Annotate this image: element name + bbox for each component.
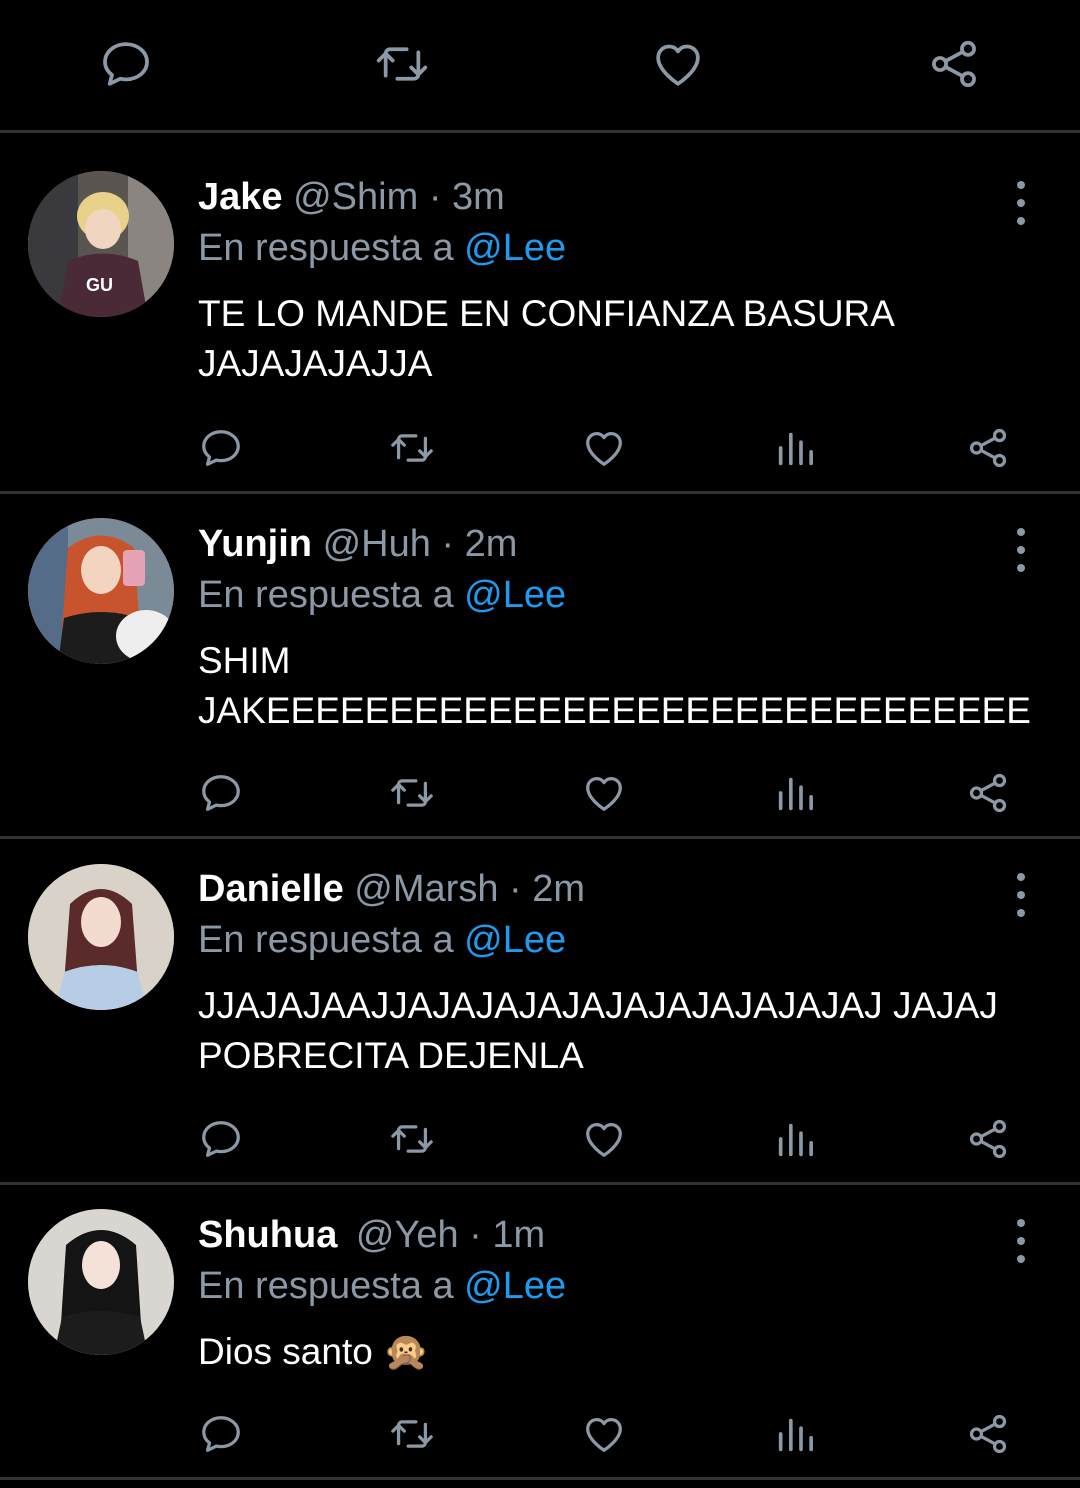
svg-text:GU: GU xyxy=(86,275,113,295)
reply-icon[interactable] xyxy=(196,768,246,818)
analytics-icon[interactable] xyxy=(771,1114,821,1164)
timestamp[interactable]: 2m xyxy=(532,868,585,910)
more-options-icon[interactable] xyxy=(1005,873,1037,917)
separator: · xyxy=(469,1214,482,1256)
timestamp[interactable]: 1m xyxy=(492,1214,545,1256)
analytics-icon[interactable] xyxy=(771,768,821,818)
retweet-icon[interactable] xyxy=(387,1409,437,1459)
like-icon[interactable] xyxy=(579,1114,629,1164)
reply-icon[interactable] xyxy=(196,1114,246,1164)
display-name[interactable]: Yunjin xyxy=(198,523,312,565)
tweet-reply[interactable]: Yunjin @Huh · 2m En respuesta a @Lee SHI… xyxy=(0,494,1080,839)
timestamp[interactable]: 2m xyxy=(465,523,518,565)
display-name[interactable]: Jake xyxy=(198,176,283,218)
more-options-icon[interactable] xyxy=(1005,181,1037,225)
tweet-reply[interactable]: Shuhua @Yeh · 1m En respuesta a @Lee Dio… xyxy=(0,1185,1080,1480)
user-handle[interactable]: @Shim xyxy=(293,176,418,218)
reply-mention[interactable]: @Lee xyxy=(464,919,566,961)
reply-icon[interactable] xyxy=(196,1409,246,1459)
share-icon[interactable] xyxy=(963,768,1013,818)
retweet-icon[interactable] xyxy=(387,1114,437,1164)
reply-prefix: En respuesta a xyxy=(198,574,454,616)
share-icon[interactable] xyxy=(963,1409,1013,1459)
display-name[interactable]: Danielle xyxy=(198,868,344,910)
tweet-header: Danielle @Marsh · 2m xyxy=(198,867,585,911)
parent-tweet-action-bar xyxy=(0,0,1080,133)
timestamp[interactable]: 3m xyxy=(452,176,505,218)
retweet-icon[interactable] xyxy=(374,36,430,92)
reply-context: En respuesta a @Lee xyxy=(198,226,566,270)
reply-mention[interactable]: @Lee xyxy=(464,574,566,616)
reply-mention[interactable]: @Lee xyxy=(464,1265,566,1307)
more-options-icon[interactable] xyxy=(1005,1219,1037,1263)
user-handle[interactable]: @Marsh xyxy=(354,868,498,910)
analytics-icon[interactable] xyxy=(771,1409,821,1459)
like-icon[interactable] xyxy=(579,423,629,473)
reply-prefix: En respuesta a xyxy=(198,1265,454,1307)
tweet-text: TE LO MANDE EN CONFIANZA BASURA JAJAJAJA… xyxy=(198,293,893,384)
avatar[interactable] xyxy=(28,1209,174,1355)
reply-prefix: En respuesta a xyxy=(198,919,454,961)
tweet-header: Jake @Shim · 3m xyxy=(198,175,505,219)
avatar[interactable]: GU xyxy=(28,171,174,317)
like-icon[interactable] xyxy=(579,1409,629,1459)
retweet-icon[interactable] xyxy=(387,423,437,473)
share-icon[interactable] xyxy=(963,1114,1013,1164)
reply-prefix: En respuesta a xyxy=(198,227,454,269)
like-icon[interactable] xyxy=(579,768,629,818)
reply-context: En respuesta a @Lee xyxy=(198,918,566,962)
display-name[interactable]: Shuhua xyxy=(198,1214,337,1256)
separator: · xyxy=(441,523,455,565)
share-icon[interactable] xyxy=(926,36,982,92)
reply-mention[interactable]: @Lee xyxy=(464,227,566,269)
user-handle[interactable]: @Yeh xyxy=(356,1214,459,1256)
avatar[interactable] xyxy=(28,864,174,1010)
retweet-icon[interactable] xyxy=(387,768,437,818)
user-handle[interactable]: @Huh xyxy=(323,523,431,565)
like-icon[interactable] xyxy=(650,36,706,92)
tweet-text: JJAJAJAAJJAJAJAJAJAJAJAJAJAJAJAJ JAJAJ P… xyxy=(198,985,998,1076)
tweet-text: SHIM JAKEEEEEEEEEEEEEEEEEEEEEEEEEEEEEEE xyxy=(198,640,1031,731)
tweet-reply[interactable]: Danielle @Marsh · 2m En respuesta a @Lee… xyxy=(0,839,1080,1185)
more-options-icon[interactable] xyxy=(1005,528,1037,572)
separator: · xyxy=(428,176,442,218)
tweet-reply[interactable]: GU Jake @Shim · 3m En respuesta a @Lee T… xyxy=(0,133,1080,494)
avatar[interactable] xyxy=(28,518,174,664)
reply-icon[interactable] xyxy=(98,36,154,92)
reply-context: En respuesta a @Lee xyxy=(198,573,566,617)
tweet-header: Yunjin @Huh · 2m xyxy=(198,522,517,566)
share-icon[interactable] xyxy=(963,423,1013,473)
reply-icon[interactable] xyxy=(196,423,246,473)
analytics-icon[interactable] xyxy=(771,423,821,473)
tweet-header: Shuhua @Yeh · 1m xyxy=(198,1213,545,1257)
separator: · xyxy=(509,868,522,910)
reply-context: En respuesta a @Lee xyxy=(198,1264,566,1308)
tweet-text: Dios santo 🙊 xyxy=(198,1331,430,1372)
